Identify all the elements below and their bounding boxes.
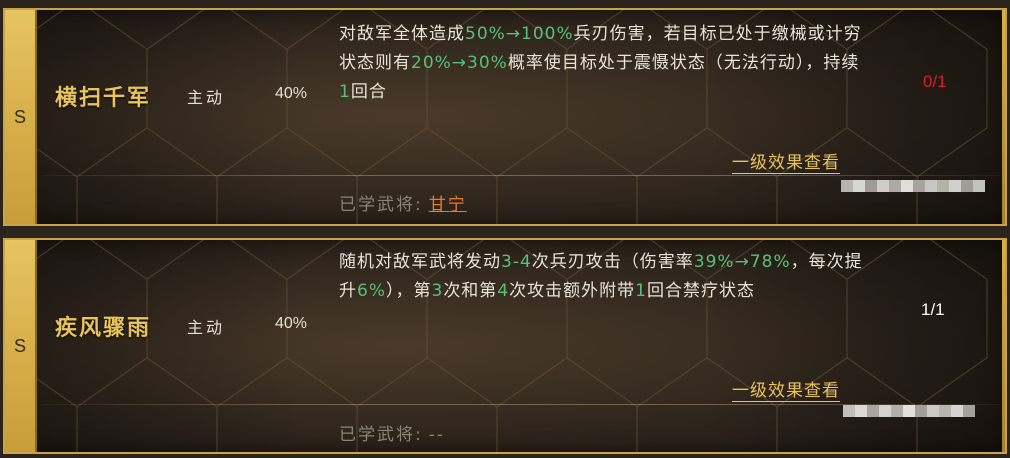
skill-trigger-rate: 40% (275, 85, 308, 102)
skill-type: 主动 (187, 88, 226, 107)
card-edge (1002, 10, 1005, 224)
skill-uses-count: 1/1 (921, 300, 945, 319)
level-one-effect-link[interactable]: 一级效果查看 (732, 376, 840, 402)
skill-uses-count: 0/1 (923, 72, 947, 91)
skill-type: 主动 (187, 318, 226, 337)
skill-card[interactable]: S 疾风骤雨 主动 40% 随机对敌军武将发动3-4次兵刃攻击（伤害率39%→7… (3, 238, 1007, 454)
skill-description: 对敌军全体造成50%→100%兵刃伤害，若目标已处于缴械或计穷状态则有20%→3… (339, 24, 862, 102)
learned-generals-label: 已学武将: (339, 425, 423, 445)
blurred-overlay (841, 180, 985, 192)
card-edge (1002, 240, 1005, 452)
learned-generals: 已学武将: -- (339, 420, 445, 445)
blurred-overlay (843, 405, 975, 417)
learned-generals: 已学武将: 甘宁 (339, 190, 467, 215)
learned-generals-label: 已学武将: (339, 195, 423, 215)
skill-trigger-rate: 40% (275, 315, 308, 332)
divider (43, 175, 1001, 176)
level-one-effect-link[interactable]: 一级效果查看 (732, 148, 840, 174)
learned-general-link[interactable]: 甘宁 (429, 195, 467, 215)
skill-card[interactable]: S 横扫千军 主动 40% 对敌军全体造成50%→100%兵刃伤害，若目标已处于… (3, 8, 1007, 226)
learned-general-value: -- (428, 425, 446, 445)
skill-name: 疾风骤雨 (55, 315, 152, 341)
skill-grade-badge: S (5, 240, 37, 452)
skill-name: 横扫千军 (55, 85, 152, 111)
skill-grade-badge: S (5, 10, 37, 224)
skill-description: 随机对敌军武将发动3-4次兵刃攻击（伤害率39%→78%，每次提升6%），第3次… (339, 252, 863, 301)
